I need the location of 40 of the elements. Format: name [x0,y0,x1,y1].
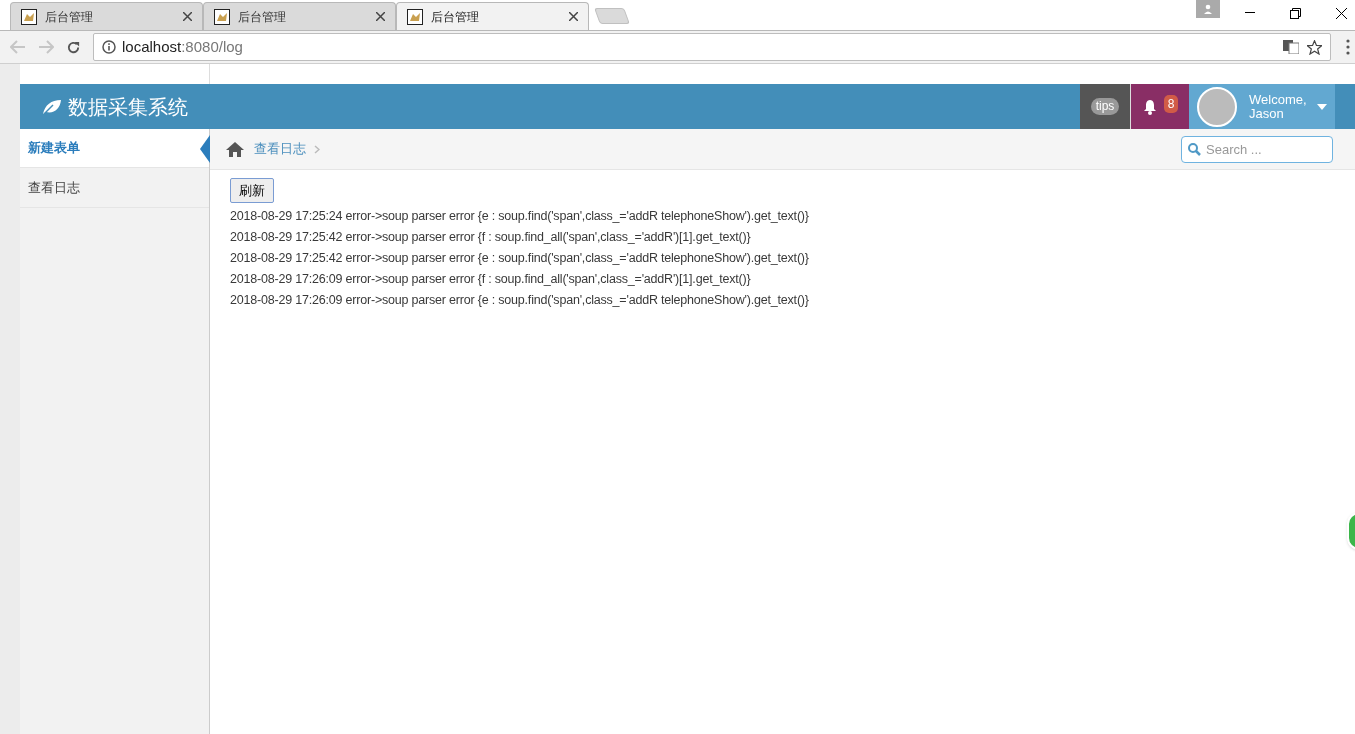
close-icon[interactable] [1336,8,1347,19]
tab-title: 后台管理 [45,8,94,26]
minimize-icon[interactable] [1245,12,1255,14]
leaf-icon [42,98,62,115]
log-line: 2018-08-29 17:25:42 error->soup parser error {f : soup.find_all('span',class_='addR')[1].get_text()} [230,229,752,246]
brand-title[interactable]: 数据采集系统 [68,91,188,122]
home-icon[interactable] [226,141,244,157]
browser-tab[interactable]: 后台管理 [10,2,203,30]
close-icon[interactable] [183,12,192,21]
tab-title: 后台管理 [238,8,287,26]
restore-icon[interactable] [1290,8,1301,19]
tab-title: 后台管理 [431,8,480,26]
notifications-panel[interactable]: 8 [1131,84,1189,129]
star-icon[interactable] [1307,39,1322,55]
tips-badge: tips [1090,98,1120,115]
browser-tab[interactable]: 后台管理 [396,2,589,30]
close-icon[interactable] [376,12,385,21]
sidebar-item[interactable]: 查看日志 [20,168,209,208]
user-name: Jason [1249,106,1284,121]
chevron-icon [314,144,320,154]
sidebar-item[interactable]: 新建表单 [20,129,209,168]
search-icon [1188,142,1201,156]
close-icon[interactable] [569,12,578,21]
refresh-button[interactable]: 刷新 [230,178,274,203]
address-bar[interactable]: localhost:8080/log [93,33,1331,61]
url-text: localhost:8080/log [122,36,243,57]
reload-icon[interactable] [66,39,81,55]
translate-icon[interactable] [1283,40,1299,54]
menu-icon[interactable] [1346,39,1350,55]
notification-count: 8 [1163,94,1179,113]
browser-tab[interactable]: 后台管理 [203,2,396,30]
search-field[interactable]: Search ... [1181,135,1333,163]
log-line: 2018-08-29 17:25:24 error->soup parser error {e : soup.find('span',class_='addR telephoneShow').get_text()} [230,208,809,225]
log-line: 2018-08-29 17:26:09 error->soup parser error {e : soup.find('span',class_='addR telephoneShow').get_text()} [230,292,809,309]
welcome-text: Welcome, [1249,92,1307,107]
log-line: 2018-08-29 17:25:42 error->soup parser error {e : soup.find('span',class_='addR telephoneShow').get_text()} [230,250,809,267]
log-line: 2018-08-29 17:26:09 error->soup parser error {f : soup.find_all('span',class_='addR')[1].get_text()} [230,271,752,288]
avatar [1197,86,1237,127]
info-icon[interactable] [102,40,116,54]
caret-icon [1316,103,1327,110]
